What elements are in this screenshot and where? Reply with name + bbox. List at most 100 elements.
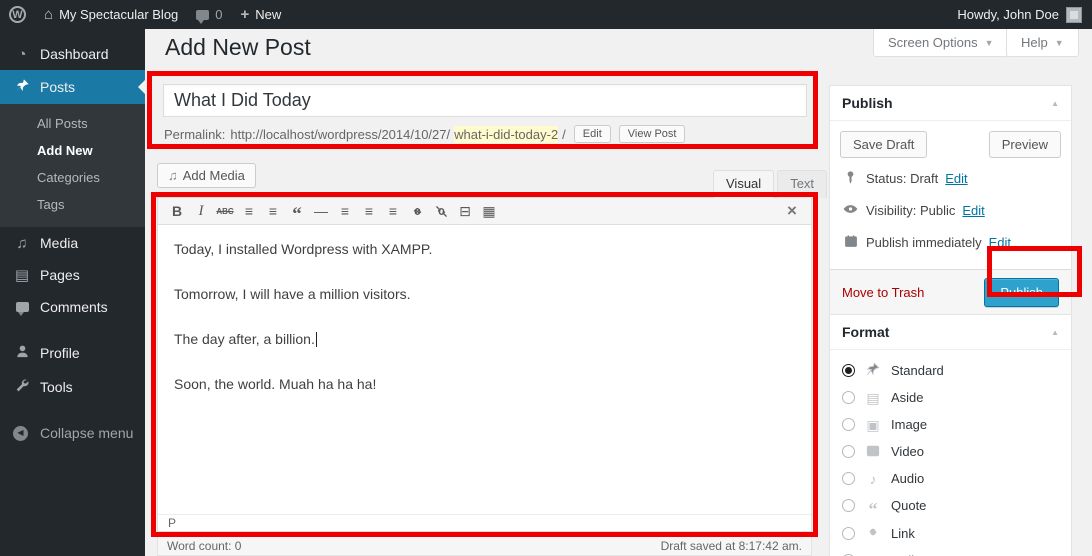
submenu-add-new[interactable]: Add New <box>0 137 145 164</box>
sidebar-item-profile[interactable]: Profile <box>0 336 145 370</box>
edit-status-link[interactable]: Edit <box>945 171 967 186</box>
sidebar-item-media[interactable]: ♫ Media <box>0 227 145 259</box>
sidebar-item-pages[interactable]: ▤ Pages <box>0 259 145 291</box>
sidebar-item-dashboard[interactable]: ◔ Dashboard <box>0 38 145 70</box>
collapse-toggle-icon[interactable]: ▲ <box>1051 328 1059 337</box>
screen-options-label: Screen Options <box>888 35 978 50</box>
align-left-icon[interactable]: ≡ <box>334 201 356 221</box>
editor-paragraph: Soon, the world. Muah ha ha ha! <box>174 375 795 393</box>
format-option-standard[interactable]: Standard <box>830 356 1071 384</box>
radio-quote[interactable] <box>842 499 855 512</box>
radio-standard[interactable] <box>842 364 855 377</box>
sidebar-item-comments[interactable]: Comments <box>0 291 145 323</box>
edit-visibility-link[interactable]: Edit <box>962 203 984 218</box>
text-cursor <box>316 332 317 347</box>
chevron-down-icon: ▼ <box>1055 38 1064 48</box>
fullscreen-icon[interactable]: × <box>781 201 803 221</box>
radio-aside[interactable] <box>842 391 855 404</box>
bold-icon[interactable]: B <box>166 201 188 221</box>
format-option-audio[interactable]: ♪ Audio <box>830 465 1071 492</box>
format-option-video[interactable]: Video <box>830 438 1071 465</box>
user-avatar[interactable] <box>1066 7 1082 23</box>
permalink-slug[interactable]: what-i-did-today-2 <box>454 126 558 143</box>
post-title-input[interactable] <box>163 84 807 117</box>
help-tab[interactable]: Help ▼ <box>1006 29 1079 57</box>
sidebar-item-tools[interactable]: Tools <box>0 370 145 404</box>
tools-wrench-icon <box>13 378 31 396</box>
toolbar-toggle-icon[interactable]: ▦ <box>478 201 500 221</box>
sidebar-label-pages: Pages <box>40 267 80 283</box>
comment-bubble-icon <box>196 10 209 20</box>
chevron-down-icon: ▼ <box>985 38 994 48</box>
submenu-categories[interactable]: Categories <box>0 164 145 191</box>
wordpress-admin: W ⌂ My Spectacular Blog 0 + New Howdy, J… <box>0 0 1092 556</box>
radio-video[interactable] <box>842 445 855 458</box>
publish-box-title: Publish <box>842 95 893 111</box>
tab-visual[interactable]: Visual <box>713 170 774 198</box>
admin-bar-right: Howdy, John Doe <box>957 0 1092 29</box>
post-status-pin-icon <box>842 170 859 187</box>
format-option-link[interactable]: Link <box>830 519 1071 547</box>
wordpress-menu[interactable]: W <box>0 0 35 29</box>
horizontal-rule-icon[interactable]: — <box>310 201 332 221</box>
screen-options-tab[interactable]: Screen Options ▼ <box>873 29 1009 57</box>
format-option-gallery[interactable]: ▦ Gallery <box>830 547 1071 556</box>
format-option-quote[interactable]: “ Quote <box>830 492 1071 519</box>
visibility-eye-icon <box>842 203 859 218</box>
save-draft-button[interactable]: Save Draft <box>840 131 927 158</box>
visibility-row: Visibility: Public Edit <box>840 195 1061 226</box>
more-tag-icon[interactable]: ⊟ <box>454 201 476 221</box>
blockquote-icon[interactable]: “ <box>286 201 308 221</box>
tab-text[interactable]: Text <box>777 170 827 198</box>
comments-admin-link[interactable]: 0 <box>187 0 231 29</box>
radio-audio[interactable] <box>842 472 855 485</box>
format-option-image[interactable]: ▣ Image <box>830 411 1071 438</box>
insert-link-icon[interactable] <box>406 201 428 221</box>
format-option-aside[interactable]: ▤ Aside <box>830 384 1071 411</box>
submenu-tags[interactable]: Tags <box>0 191 145 218</box>
move-to-trash-link[interactable]: Move to Trash <box>842 285 924 300</box>
collapse-toggle-icon[interactable]: ▲ <box>1051 99 1059 108</box>
editor-element-path[interactable]: P <box>158 514 811 531</box>
view-post-button[interactable]: View Post <box>619 125 686 143</box>
draft-saved-status: Draft saved at 8:17:42 am. <box>661 539 802 553</box>
schedule-text: Publish immediately <box>866 235 982 250</box>
editor-content[interactable]: Today, I installed Wordpress with XAMPP.… <box>158 225 811 514</box>
align-right-icon[interactable]: ≡ <box>382 201 404 221</box>
format-box-title: Format <box>842 324 889 340</box>
format-label: Quote <box>891 498 926 513</box>
add-media-button[interactable]: ♫ Add Media <box>157 163 256 188</box>
radio-link[interactable] <box>842 527 855 540</box>
preview-button[interactable]: Preview <box>989 131 1061 158</box>
comment-count: 0 <box>215 7 222 22</box>
sidebar-label-posts: Posts <box>40 79 75 95</box>
new-content-menu[interactable]: + New <box>232 0 291 29</box>
posts-submenu: All Posts Add New Categories Tags <box>0 104 145 227</box>
permalink-trailing-slash: / <box>562 127 566 142</box>
edit-permalink-button[interactable]: Edit <box>574 125 611 143</box>
calendar-icon <box>842 234 859 251</box>
radio-image[interactable] <box>842 418 855 431</box>
publish-button[interactable]: Publish <box>984 278 1059 307</box>
publish-box-header[interactable]: Publish ▲ <box>830 86 1071 121</box>
bullet-list-icon[interactable]: ≡ <box>238 201 260 221</box>
edit-schedule-link[interactable]: Edit <box>989 235 1011 250</box>
howdy-user-link[interactable]: Howdy, John Doe <box>957 7 1059 22</box>
permalink-base-url: http://localhost/wordpress/2014/10/27/ <box>230 127 450 142</box>
remove-link-icon[interactable] <box>430 201 452 221</box>
permalink-row: Permalink: http://localhost/wordpress/20… <box>164 123 685 145</box>
menu-separator <box>0 323 145 336</box>
sidebar-item-collapse-menu[interactable]: ◀ Collapse menu <box>0 417 145 449</box>
menu-separator <box>0 404 145 417</box>
wordpress-logo-icon: W <box>9 6 26 23</box>
align-center-icon[interactable]: ≡ <box>358 201 380 221</box>
sidebar-item-posts[interactable]: Posts <box>0 70 145 104</box>
site-link[interactable]: ⌂ My Spectacular Blog <box>35 0 187 29</box>
strikethrough-icon[interactable]: ABC <box>214 201 236 221</box>
format-box-header[interactable]: Format ▲ <box>830 315 1071 350</box>
submenu-all-posts[interactable]: All Posts <box>0 110 145 137</box>
ordered-list-icon[interactable]: ≡ <box>262 201 284 221</box>
page-title: Add New Post <box>165 34 311 61</box>
italic-icon[interactable]: I <box>190 201 212 221</box>
editor-paragraph: Today, I installed Wordpress with XAMPP. <box>174 240 795 258</box>
